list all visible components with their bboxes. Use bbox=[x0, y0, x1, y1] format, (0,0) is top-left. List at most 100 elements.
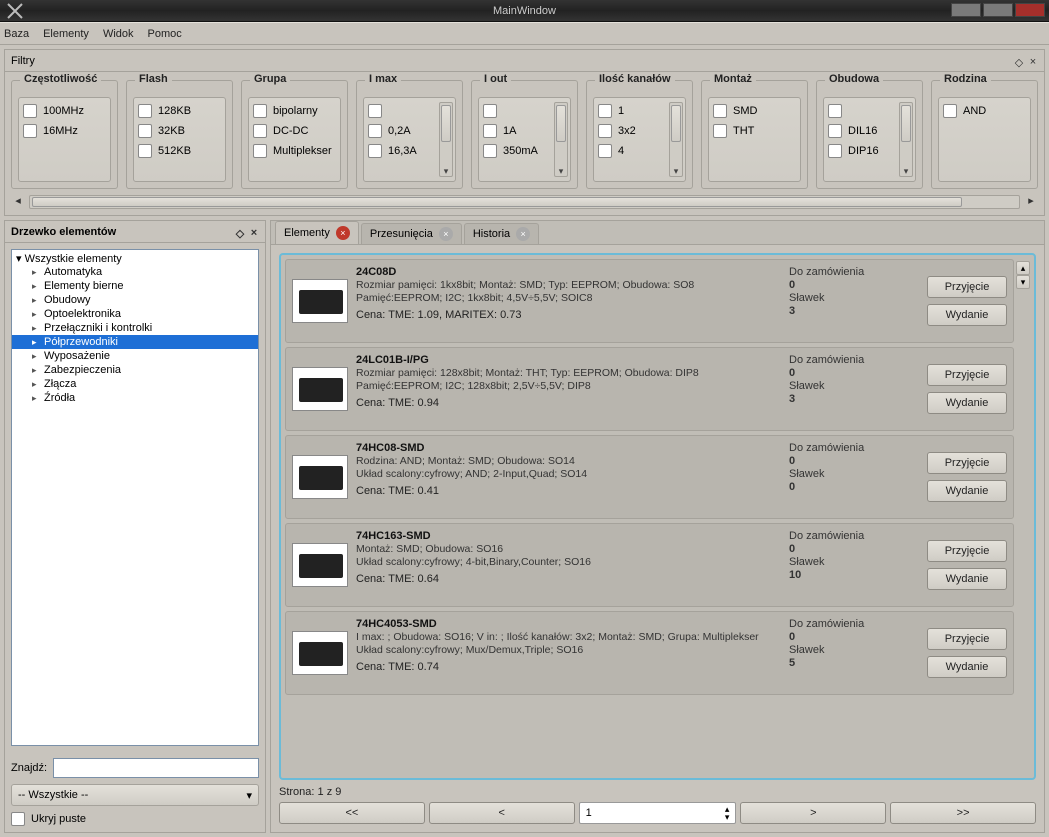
maximize-button[interactable] bbox=[983, 3, 1013, 17]
hide-empty-checkbox[interactable] bbox=[11, 812, 25, 826]
filter-checkbox[interactable] bbox=[253, 124, 267, 138]
receive-button[interactable]: Przyjęcie bbox=[927, 628, 1007, 650]
hscroll-left[interactable]: ◂ bbox=[11, 195, 25, 209]
item-card[interactable]: 24C08DRozmiar pamięci: 1kx8bit; Montaż: … bbox=[285, 259, 1014, 343]
filter-option-label: AND bbox=[963, 105, 986, 117]
owner: Sławek bbox=[789, 292, 919, 304]
issue-button[interactable]: Wydanie bbox=[927, 656, 1007, 678]
filter-scrollbar[interactable]: ▾ bbox=[899, 102, 913, 177]
receive-button[interactable]: Przyjęcie bbox=[927, 364, 1007, 386]
pager-last[interactable]: >> bbox=[890, 802, 1036, 824]
filters-title: Filtry bbox=[11, 55, 35, 67]
pager-first[interactable]: << bbox=[279, 802, 425, 824]
stepper-icon[interactable]: ▴▾ bbox=[725, 805, 730, 821]
tree-item[interactable]: ▸Wyposażenie bbox=[12, 349, 258, 363]
tree-item[interactable]: ▸Źródła bbox=[12, 391, 258, 405]
filter-checkbox[interactable] bbox=[23, 104, 37, 118]
menu-pomoc[interactable]: Pomoc bbox=[148, 28, 182, 40]
tab[interactable]: Przesunięcia× bbox=[361, 223, 462, 244]
hscroll-right[interactable]: ▸ bbox=[1024, 195, 1038, 209]
tree-root[interactable]: ▾ Wszystkie elementy bbox=[12, 252, 258, 265]
item-card[interactable]: 74HC08-SMDRodzina: AND; Montaż: SMD; Obu… bbox=[285, 435, 1014, 519]
filter-checkbox[interactable] bbox=[713, 104, 727, 118]
menu-baza[interactable]: Baza bbox=[4, 28, 29, 40]
tab-close-icon[interactable]: × bbox=[439, 227, 453, 241]
issue-button[interactable]: Wydanie bbox=[927, 568, 1007, 590]
filter-checkbox[interactable] bbox=[483, 124, 497, 138]
receive-button[interactable]: Przyjęcie bbox=[927, 452, 1007, 474]
undock-icon[interactable]: ◇ bbox=[235, 227, 245, 237]
filter-checkbox[interactable] bbox=[368, 104, 382, 118]
tree-item[interactable]: ▸Półprzewodniki bbox=[12, 335, 258, 349]
issue-button[interactable]: Wydanie bbox=[927, 304, 1007, 326]
list-scrollbar[interactable]: ▴ ▾ bbox=[1016, 261, 1030, 772]
hscrollbar[interactable] bbox=[29, 195, 1020, 209]
tab[interactable]: Elementy × bbox=[275, 221, 359, 244]
category-combo[interactable]: -- Wszystkie -- ▾ bbox=[11, 784, 259, 806]
tree-item[interactable]: ▸Optoelektronika bbox=[12, 307, 258, 321]
tree-item[interactable]: ▸Elementy bierne bbox=[12, 279, 258, 293]
item-card[interactable]: 24LC01B-I/PGRozmiar pamięci: 128x8bit; M… bbox=[285, 347, 1014, 431]
tree-item[interactable]: ▸Obudowy bbox=[12, 293, 258, 307]
item-desc: Układ scalony:cyfrowy; Mux/Demux,Triple;… bbox=[356, 644, 781, 656]
filter-group-title: I max bbox=[365, 73, 401, 85]
scroll-up-icon[interactable]: ▴ bbox=[1016, 261, 1030, 275]
close-button[interactable] bbox=[1015, 3, 1045, 17]
filter-checkbox[interactable] bbox=[598, 144, 612, 158]
filter-checkbox[interactable] bbox=[828, 124, 842, 138]
right-panel: Elementy×Przesunięcia×Historia× 24C08DRo… bbox=[270, 220, 1045, 833]
pager-page[interactable]: 1 ▴▾ bbox=[579, 802, 737, 824]
close-icon[interactable]: × bbox=[1028, 56, 1038, 66]
tab[interactable]: Historia× bbox=[464, 223, 539, 244]
titlebar: MainWindow bbox=[0, 0, 1049, 22]
filter-scrollbar[interactable]: ▾ bbox=[554, 102, 568, 177]
minimize-button[interactable] bbox=[951, 3, 981, 17]
item-desc: Układ scalony:cyfrowy; 4-bit,Binary,Coun… bbox=[356, 556, 781, 568]
filter-group-title: Flash bbox=[135, 73, 172, 85]
filter-checkbox[interactable] bbox=[828, 104, 842, 118]
filter-checkbox[interactable] bbox=[138, 104, 152, 118]
issue-button[interactable]: Wydanie bbox=[927, 480, 1007, 502]
filter-scrollbar[interactable]: ▾ bbox=[669, 102, 683, 177]
filter-checkbox[interactable] bbox=[253, 104, 267, 118]
undock-icon[interactable]: ◇ bbox=[1014, 56, 1024, 66]
receive-button[interactable]: Przyjęcie bbox=[927, 276, 1007, 298]
filter-checkbox[interactable] bbox=[483, 144, 497, 158]
filter-checkbox[interactable] bbox=[368, 144, 382, 158]
filter-option-label: 16,3A bbox=[388, 145, 417, 157]
tree-item[interactable]: ▸Przełączniki i kontrolki bbox=[12, 321, 258, 335]
filter-checkbox[interactable] bbox=[598, 124, 612, 138]
close-icon[interactable]: × bbox=[249, 227, 259, 237]
item-image bbox=[292, 631, 348, 675]
filter-checkbox[interactable] bbox=[483, 104, 497, 118]
tab-close-icon[interactable]: × bbox=[516, 227, 530, 241]
item-card[interactable]: 74HC4053-SMDI max: ; Obudowa: SO16; V in… bbox=[285, 611, 1014, 695]
tab-close-icon[interactable]: × bbox=[336, 226, 350, 240]
tab-label: Elementy bbox=[284, 227, 330, 239]
filter-checkbox[interactable] bbox=[138, 124, 152, 138]
tree-item[interactable]: ▸Złącza bbox=[12, 377, 258, 391]
item-desc: Rozmiar pamięci: 128x8bit; Montaż: THT; … bbox=[356, 367, 781, 379]
filter-checkbox[interactable] bbox=[253, 144, 267, 158]
item-card[interactable]: 74HC163-SMDMontaż: SMD; Obudowa: SO16Ukł… bbox=[285, 523, 1014, 607]
tree-item[interactable]: ▸Zabezpieczenia bbox=[12, 363, 258, 377]
tree-item[interactable]: ▸Automatyka bbox=[12, 265, 258, 279]
filter-checkbox[interactable] bbox=[138, 144, 152, 158]
receive-button[interactable]: Przyjęcie bbox=[927, 540, 1007, 562]
item-title: 74HC08-SMD bbox=[356, 442, 781, 454]
filter-checkbox[interactable] bbox=[828, 144, 842, 158]
filter-scrollbar[interactable]: ▾ bbox=[439, 102, 453, 177]
issue-button[interactable]: Wydanie bbox=[927, 392, 1007, 414]
menu-widok[interactable]: Widok bbox=[103, 28, 134, 40]
menu-elementy[interactable]: Elementy bbox=[43, 28, 89, 40]
filter-checkbox[interactable] bbox=[943, 104, 957, 118]
filter-checkbox[interactable] bbox=[368, 124, 382, 138]
item-title: 24LC01B-I/PG bbox=[356, 354, 781, 366]
filter-checkbox[interactable] bbox=[713, 124, 727, 138]
find-input[interactable] bbox=[53, 758, 259, 778]
filter-checkbox[interactable] bbox=[23, 124, 37, 138]
filter-option-label: 0,2A bbox=[388, 125, 411, 137]
pager-prev[interactable]: < bbox=[429, 802, 575, 824]
pager-next[interactable]: > bbox=[740, 802, 886, 824]
filter-checkbox[interactable] bbox=[598, 104, 612, 118]
